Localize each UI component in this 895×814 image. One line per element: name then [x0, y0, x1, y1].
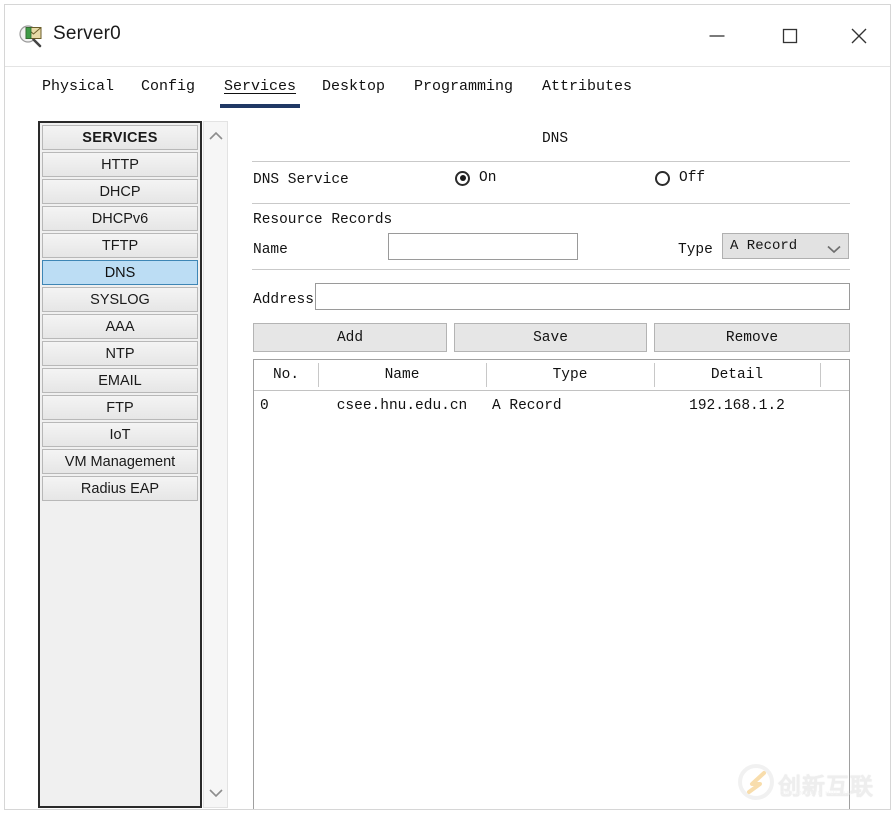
services-sidebar: SERVICES HTTP DHCP DHCPv6 TFTP DNS SYSLO…	[38, 121, 228, 808]
type-label: Type	[678, 242, 713, 258]
content-area: SERVICES HTTP DHCP DHCPv6 TFTP DNS SYSLO…	[5, 109, 890, 809]
sidebar-item-dns[interactable]: DNS	[42, 260, 198, 285]
dns-records-table: No. Name Type Detail 0 csee.hnu.edu.cn A…	[253, 359, 850, 809]
dns-panel: DNS DNS Service On Off Resource Records …	[245, 109, 865, 809]
column-header-detail[interactable]: Detail	[654, 360, 820, 390]
tab-programming[interactable]: Programming	[414, 78, 513, 98]
title-bar: Server0	[5, 5, 890, 67]
cell-name: csee.hnu.edu.cn	[336, 398, 468, 414]
remove-button[interactable]: Remove	[654, 323, 850, 352]
chevron-down-icon	[827, 241, 841, 259]
tab-config[interactable]: Config	[141, 78, 195, 98]
column-header-name[interactable]: Name	[318, 360, 486, 390]
sidebar-item-vm-management[interactable]: VM Management	[42, 449, 198, 474]
close-icon	[851, 28, 867, 44]
sidebar-item-ntp[interactable]: NTP	[42, 341, 198, 366]
close-button[interactable]	[836, 15, 882, 57]
address-input[interactable]	[315, 283, 850, 310]
record-type-select[interactable]: A Record	[722, 233, 849, 259]
dns-service-off-radio[interactable]: Off	[655, 170, 705, 186]
sidebar-scrollbar[interactable]	[203, 121, 228, 808]
sidebar-item-aaa[interactable]: AAA	[42, 314, 198, 339]
server-device-icon	[19, 24, 45, 48]
sidebar-item-dhcp[interactable]: DHCP	[42, 179, 198, 204]
window-title: Server0	[53, 23, 121, 44]
tab-desktop[interactable]: Desktop	[322, 78, 385, 98]
sidebar-item-tftp[interactable]: TFTP	[42, 233, 198, 258]
chevron-up-icon	[208, 131, 223, 140]
sidebar-item-syslog[interactable]: SYSLOG	[42, 287, 198, 312]
server-config-window: Server0 Physical Config Services Desktop…	[4, 4, 891, 810]
radio-on-label: On	[479, 170, 497, 186]
sidebar-item-dhcpv6[interactable]: DHCPv6	[42, 206, 198, 231]
table-row[interactable]: 0 csee.hnu.edu.cn A Record 192.168.1.2	[254, 391, 849, 421]
radio-off-icon	[655, 170, 670, 186]
maximize-button[interactable]	[767, 15, 813, 57]
cell-type: A Record	[492, 398, 562, 414]
sidebar-header: SERVICES	[42, 125, 198, 150]
chevron-down-icon	[208, 789, 223, 798]
radio-on-icon	[455, 170, 470, 186]
tab-bar: Physical Config Services Desktop Program…	[5, 67, 890, 109]
dns-service-label: DNS Service	[253, 172, 349, 188]
cell-detail: 192.168.1.2	[689, 398, 785, 414]
radio-off-label: Off	[679, 170, 706, 186]
tab-physical[interactable]: Physical	[42, 78, 114, 98]
table-header-row: No. Name Type Detail	[254, 360, 849, 391]
sidebar-item-radius-eap[interactable]: Radius EAP	[42, 476, 198, 501]
resource-records-label: Resource Records	[253, 212, 393, 228]
sidebar-item-ftp[interactable]: FTP	[42, 395, 198, 420]
tab-attributes[interactable]: Attributes	[542, 78, 632, 98]
sidebar-item-http[interactable]: HTTP	[42, 152, 198, 177]
divider-service	[252, 203, 850, 204]
sidebar-item-email[interactable]: EMAIL	[42, 368, 198, 393]
save-button[interactable]: Save	[454, 323, 647, 352]
scroll-down-button[interactable]	[204, 781, 227, 805]
cell-no: 0	[260, 398, 269, 414]
name-label: Name	[253, 242, 288, 258]
maximize-icon	[782, 28, 798, 44]
record-type-value: A Record	[730, 238, 798, 254]
tab-services[interactable]: Services	[219, 78, 301, 108]
scroll-up-button[interactable]	[204, 124, 227, 148]
column-header-extra[interactable]	[820, 360, 849, 390]
name-input[interactable]	[388, 233, 578, 260]
services-list: SERVICES HTTP DHCP DHCPv6 TFTP DNS SYSLO…	[38, 121, 202, 808]
minimize-button[interactable]	[694, 15, 740, 57]
column-header-type[interactable]: Type	[486, 360, 654, 390]
divider-name	[252, 269, 850, 270]
add-button[interactable]: Add	[253, 323, 447, 352]
address-label: Address	[253, 292, 314, 308]
divider-top	[252, 161, 850, 162]
sidebar-item-iot[interactable]: IoT	[42, 422, 198, 447]
column-header-no[interactable]: No.	[254, 360, 318, 390]
panel-title: DNS	[541, 131, 569, 147]
dns-service-on-radio[interactable]: On	[455, 170, 496, 186]
minimize-icon	[709, 35, 725, 37]
